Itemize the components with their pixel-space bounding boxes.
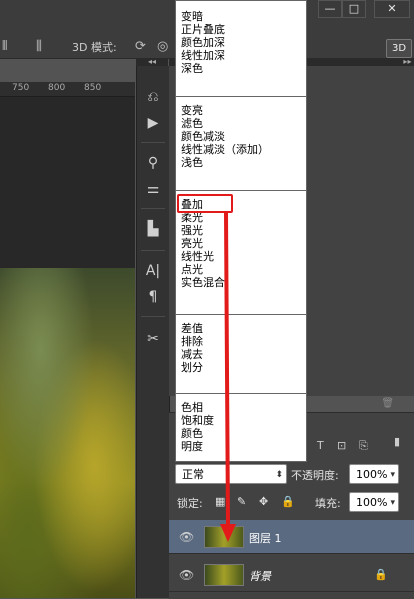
annotation-arrow — [220, 212, 236, 542]
